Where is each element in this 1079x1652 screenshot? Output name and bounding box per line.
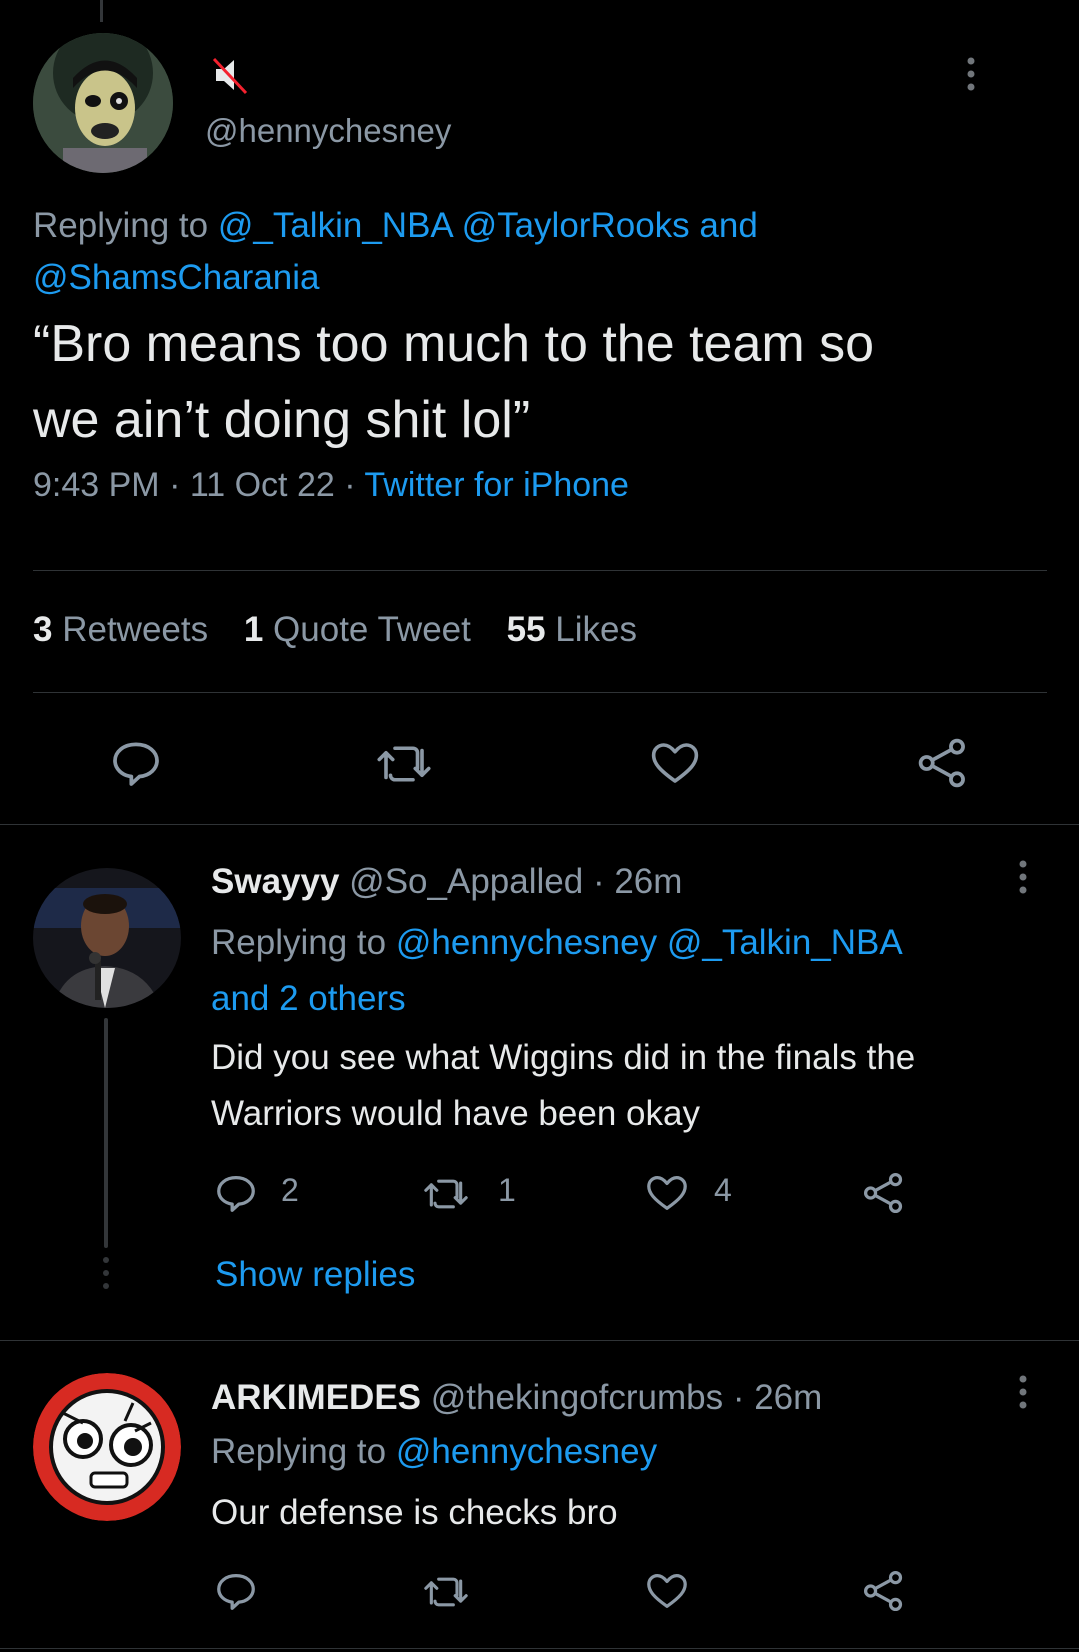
reply-header: Swayyy @So_Appalled · 26m xyxy=(211,862,682,902)
divider xyxy=(33,692,1047,693)
tweet-time: 9:43 PM xyxy=(33,466,160,504)
divider xyxy=(0,1648,1079,1649)
thread-dots-icon xyxy=(100,1256,112,1290)
replying-mentions[interactable]: @hennychesney xyxy=(396,1432,657,1471)
reply-count: 2 xyxy=(281,1172,299,1208)
meta-sep: · xyxy=(344,466,356,504)
share-icon[interactable] xyxy=(861,1568,907,1614)
reply-text: Our defense is checks bro xyxy=(211,1493,618,1532)
more-options-icon[interactable] xyxy=(1013,859,1033,895)
muted-speaker-icon xyxy=(212,55,248,95)
divider xyxy=(0,824,1079,825)
reply-icon[interactable] xyxy=(213,1568,259,1614)
author-handle[interactable]: @hennychesney xyxy=(205,112,451,150)
tweet-stats: 3 Retweets 1 Quote Tweet 55 Likes xyxy=(33,610,637,650)
tweet-date: 11 Oct 22 xyxy=(189,466,335,504)
like-icon[interactable] xyxy=(644,1568,690,1614)
likes-stat[interactable]: 55 Likes xyxy=(507,610,637,649)
divider xyxy=(0,1340,1079,1341)
tweet-text: “Bro means too much to the team so we ai… xyxy=(33,306,874,458)
replying-to-line: Replying to @hennychesney xyxy=(211,1432,657,1472)
share-icon[interactable] xyxy=(861,1170,907,1216)
reply-header: ARKIMEDES @thekingofcrumbs · 26m xyxy=(211,1378,822,1418)
reply-text-line1: Did you see what Wiggins did in the fina… xyxy=(211,1038,916,1077)
reply-age: 26m xyxy=(614,862,683,901)
retweet-icon[interactable] xyxy=(421,1570,471,1614)
quotes-label: Quote Tweet xyxy=(273,610,471,649)
display-name[interactable]: Swayyy xyxy=(211,862,339,901)
quotes-stat[interactable]: 1 Quote Tweet xyxy=(244,610,481,649)
mention-talkin-nba[interactable]: @_Talkin_NBA xyxy=(218,206,452,245)
retweets-label: Retweets xyxy=(62,610,209,649)
meta-sep: · xyxy=(169,466,181,504)
more-options-icon[interactable] xyxy=(1013,1374,1033,1410)
reply-age: 26m xyxy=(754,1378,823,1417)
tweet-text-line1: “Bro means too much to the team so xyxy=(33,315,875,373)
mention-shamscharania[interactable]: @ShamsCharania xyxy=(33,258,320,297)
tweet-text-line2: we ain’t doing shit lol” xyxy=(33,391,531,449)
like-icon[interactable] xyxy=(647,736,703,790)
retweets-stat[interactable]: 3 Retweets xyxy=(33,610,218,649)
thread-connector-line xyxy=(104,1018,108,1248)
divider xyxy=(33,570,1047,571)
header-sep: · xyxy=(732,1378,745,1417)
show-replies-link[interactable]: Show replies xyxy=(215,1255,415,1295)
retweet-icon[interactable] xyxy=(421,1172,471,1216)
share-icon[interactable] xyxy=(915,735,971,791)
replying-prefix: Replying to xyxy=(33,206,209,245)
avatar-hennychesney[interactable] xyxy=(33,33,173,173)
like-count: 4 xyxy=(714,1172,732,1208)
replying-to-line: Replying to @_Talkin_NBA @TaylorRooks an… xyxy=(33,200,1033,304)
avatar-arkimedes[interactable] xyxy=(33,1373,181,1521)
replying-prefix: Replying to xyxy=(211,1432,387,1471)
like-icon[interactable] xyxy=(644,1170,690,1216)
retweet-icon[interactable] xyxy=(374,737,434,791)
reply-icon[interactable] xyxy=(108,735,164,791)
replying-others[interactable]: and 2 others xyxy=(211,979,406,1018)
user-handle[interactable]: @So_Appalled xyxy=(349,862,583,901)
retweet-count: 1 xyxy=(498,1172,516,1208)
replying-and: and xyxy=(699,206,758,245)
user-handle[interactable]: @thekingofcrumbs xyxy=(431,1378,723,1417)
retweets-count: 3 xyxy=(33,610,53,649)
display-name[interactable]: ARKIMEDES xyxy=(211,1378,421,1417)
quotes-count: 1 xyxy=(243,610,264,649)
replying-mentions[interactable]: @hennychesney @_Talkin_NBA xyxy=(396,923,903,962)
more-options-icon[interactable] xyxy=(961,56,981,92)
likes-label: Likes xyxy=(555,610,637,649)
tweet-source[interactable]: Twitter for iPhone xyxy=(364,466,629,504)
header-sep: · xyxy=(592,862,605,901)
replying-prefix: Replying to xyxy=(211,923,387,962)
tweet-meta: 9:43 PM · 11 Oct 22 · Twitter for iPhone xyxy=(33,466,629,505)
thread-line-top xyxy=(100,0,103,22)
mention-taylorrooks[interactable]: @TaylorRooks xyxy=(462,206,690,245)
reply-text: Did you see what Wiggins did in the fina… xyxy=(211,1030,915,1142)
reply-text-line2: Warriors would have been okay xyxy=(211,1094,700,1133)
likes-count: 55 xyxy=(506,610,546,649)
reply-icon[interactable] xyxy=(213,1170,259,1216)
replying-to-line: Replying to @hennychesney @_Talkin_NBA a… xyxy=(211,915,1061,1027)
avatar-swayyy[interactable] xyxy=(33,868,181,1008)
